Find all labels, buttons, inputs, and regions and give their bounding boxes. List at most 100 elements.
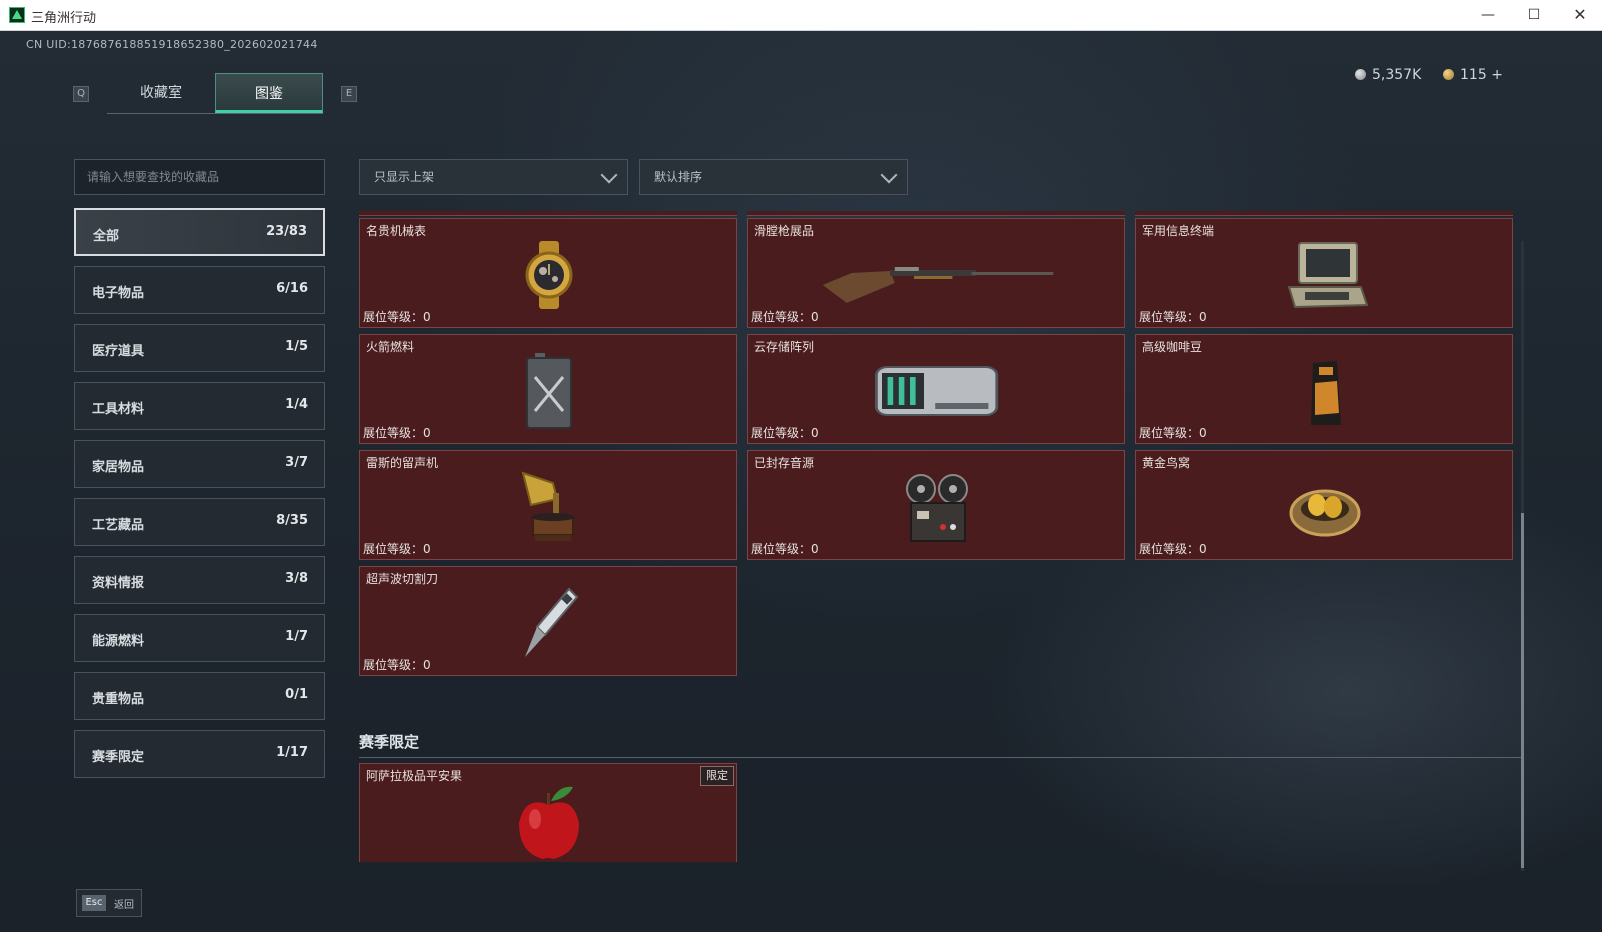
item-card-musket[interactable]: 滑膛枪展品 展位等级：0 (747, 218, 1125, 328)
category-season-limited[interactable]: 赛季限定 1/17 (74, 730, 325, 778)
scrollbar-thumb[interactable] (1521, 513, 1524, 868)
prev-tab-key-hint[interactable]: Q (73, 86, 89, 102)
grid-scrollbar[interactable] (1521, 241, 1524, 871)
category-label: 电子物品 (92, 286, 145, 301)
item-card-coffee-beans[interactable]: 高级咖啡豆 展位等级：0 (1135, 334, 1513, 444)
item-card-partial (747, 211, 1125, 216)
chevron-down-icon (880, 166, 898, 184)
reel-recorder-icon (906, 474, 968, 542)
golden-nest-icon (1289, 489, 1361, 537)
gold-coin-icon (1443, 69, 1454, 80)
item-level: 展位等级：0 (1139, 542, 1207, 556)
season-limited-title: 赛季限定 (359, 733, 420, 751)
item-card-partial (1135, 211, 1513, 216)
item-name: 火箭燃料 (366, 340, 415, 354)
back-button[interactable]: Esc 返回 (76, 889, 142, 917)
item-name: 超声波切割刀 (366, 572, 439, 586)
add-currency-button[interactable]: + (1491, 67, 1503, 83)
item-card-cloud-storage[interactable]: 云存储阵列 展位等级：0 (747, 334, 1125, 444)
coffee-bag-icon (1311, 361, 1341, 425)
fuel-can-icon (526, 353, 572, 429)
game-screen: CN UID:187687618851918652380_20260202174… (0, 31, 1602, 932)
category-count: 6/16 (276, 281, 308, 296)
category-count: 23/83 (266, 224, 307, 239)
esc-key-hint: Esc (82, 895, 106, 911)
availability-filter-value: 只显示上架 (374, 170, 435, 184)
tab-bar: 收藏室 图鉴 (107, 73, 323, 114)
gold-currency[interactable]: 115 + (1443, 67, 1503, 83)
item-name: 滑膛枪展品 (754, 224, 815, 238)
category-tools[interactable]: 工具材料 1/4 (74, 382, 325, 430)
item-card-golden-nest[interactable]: 黄金鸟窝 展位等级：0 (1135, 450, 1513, 560)
sort-value: 默认排序 (654, 170, 703, 184)
item-name: 雷斯的留声机 (366, 456, 439, 470)
category-intel[interactable]: 资料情报 3/8 (74, 556, 325, 604)
close-button[interactable]: ✕ (1560, 4, 1600, 26)
silver-currency: 5,357K (1355, 67, 1421, 83)
gold-amount: 115 (1460, 67, 1487, 83)
silver-coin-icon (1355, 69, 1366, 80)
item-card-asala-apple[interactable]: 阿萨拉极品平安果 限定 (359, 763, 737, 862)
tab-catalog[interactable]: 图鉴 (215, 73, 323, 113)
item-card-gramophone[interactable]: 雷斯的留声机 展位等级：0 (359, 450, 737, 560)
availability-filter-dropdown[interactable]: 只显示上架 (359, 159, 628, 195)
category-label: 能源燃料 (92, 634, 145, 649)
gramophone-icon (521, 471, 575, 541)
item-card-watch[interactable]: 名贵机械表 展位等级：0 (359, 218, 737, 328)
category-valuables[interactable]: 贵重物品 0/1 (74, 672, 325, 720)
item-card-terminal[interactable]: 军用信息终端 展位等级：0 (1135, 218, 1513, 328)
chevron-down-icon (600, 166, 618, 184)
category-all[interactable]: 全部 23/83 (74, 208, 325, 256)
ultrasonic-knife-icon (525, 587, 579, 657)
item-name: 高级咖啡豆 (1142, 340, 1203, 354)
tab-collection-room[interactable]: 收藏室 (107, 73, 215, 113)
collectible-search-input[interactable] (74, 159, 325, 195)
category-count: 1/4 (285, 397, 308, 412)
item-name: 阿萨拉极品平安果 (366, 769, 463, 783)
item-card-ultrasonic-knife[interactable]: 超声波切割刀 展位等级：0 (359, 566, 737, 676)
item-card-partial (359, 211, 737, 216)
terminal-icon (1287, 242, 1369, 309)
user-uid: CN UID:187687618851918652380_20260202174… (26, 38, 318, 51)
category-label: 赛季限定 (92, 750, 145, 765)
limited-badge: 限定 (700, 766, 734, 786)
category-count: 3/7 (285, 455, 308, 470)
category-label: 家居物品 (92, 460, 145, 475)
category-energy[interactable]: 能源燃料 1/7 (74, 614, 325, 662)
category-medical[interactable]: 医疗道具 1/5 (74, 324, 325, 372)
minimize-button[interactable]: — (1468, 4, 1508, 26)
item-level: 展位等级：0 (1139, 426, 1207, 440)
category-crafts[interactable]: 工艺藏品 8/35 (74, 498, 325, 546)
item-card-rocket-fuel[interactable]: 火箭燃料 展位等级：0 (359, 334, 737, 444)
sort-dropdown[interactable]: 默认排序 (639, 159, 908, 195)
category-label: 全部 (93, 229, 120, 244)
storage-array-icon (875, 366, 999, 416)
item-name: 已封存音源 (754, 456, 815, 470)
section-divider (359, 757, 1523, 758)
item-name: 名贵机械表 (366, 224, 427, 238)
item-name: 云存储阵列 (754, 340, 815, 354)
category-label: 工艺藏品 (92, 518, 145, 533)
category-count: 1/17 (276, 745, 308, 760)
category-label: 工具材料 (92, 402, 145, 417)
item-name: 黄金鸟窝 (1142, 456, 1191, 470)
category-label: 医疗道具 (92, 344, 145, 359)
category-label: 贵重物品 (92, 692, 145, 707)
item-level: 展位等级：0 (363, 310, 431, 324)
window-titlebar: 三角洲行动 — ☐ ✕ (0, 0, 1602, 31)
item-level: 展位等级：0 (363, 658, 431, 672)
item-level: 展位等级：0 (363, 542, 431, 556)
footer-bar: Esc 返回 (0, 885, 1602, 932)
item-level: 展位等级：0 (751, 426, 819, 440)
item-card-sealed-audio[interactable]: 已封存音源 展位等级：0 (747, 450, 1125, 560)
item-name: 军用信息终端 (1142, 224, 1215, 238)
category-count: 0/1 (285, 687, 308, 702)
back-label: 返回 (114, 900, 134, 911)
collectibles-grid: 名贵机械表 展位等级：0 滑膛枪展品 展位等级：0 军用信息终端 展位等级：0 … (359, 211, 1529, 862)
category-electronics[interactable]: 电子物品 6/16 (74, 266, 325, 314)
next-tab-key-hint[interactable]: E (341, 86, 357, 102)
category-household[interactable]: 家居物品 3/7 (74, 440, 325, 488)
silver-amount: 5,357K (1372, 67, 1422, 83)
maximize-button[interactable]: ☐ (1514, 4, 1554, 26)
watch-icon (525, 241, 573, 309)
